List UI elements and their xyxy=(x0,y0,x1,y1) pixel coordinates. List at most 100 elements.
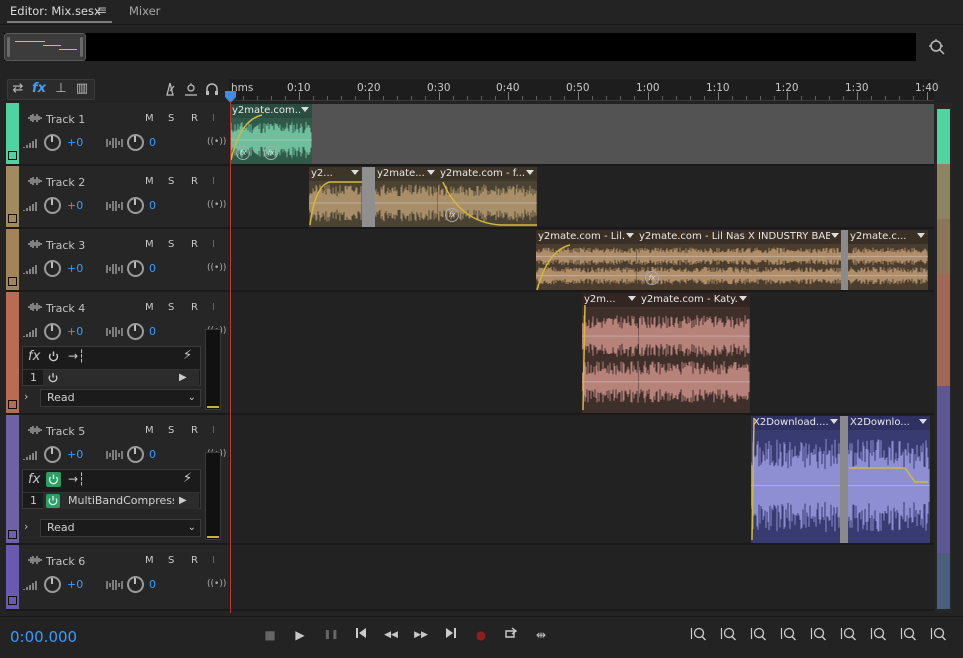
effect-slot[interactable]: MultiBandCompressor ▶ xyxy=(43,493,199,509)
audio-clip[interactable]: y2m... xyxy=(582,293,639,413)
clip-menu-arrow-icon[interactable] xyxy=(526,170,534,175)
track-name[interactable]: Track 5 xyxy=(46,425,85,438)
track-select-box[interactable] xyxy=(8,530,17,539)
monitor-input-button[interactable]: I xyxy=(212,302,215,313)
record-arm-button[interactable]: R xyxy=(191,239,198,250)
tab-menu-icon[interactable]: ≡ xyxy=(97,3,107,17)
skip-selection-button[interactable]: ⇹ xyxy=(531,626,551,644)
chevron-right-icon[interactable]: › xyxy=(24,520,28,533)
effect-power-icon[interactable] xyxy=(46,494,60,508)
monitor-input-button[interactable]: I xyxy=(212,113,215,124)
pan-value[interactable]: 0 xyxy=(149,136,156,149)
pause-button[interactable]: ❚❚ xyxy=(321,626,341,644)
track-lane[interactable] xyxy=(229,545,934,611)
volume-knob[interactable] xyxy=(44,576,61,593)
pan-value[interactable]: 0 xyxy=(149,262,156,275)
volume-value[interactable]: +0 xyxy=(67,262,83,275)
apply-effects-icon[interactable]: ⚡ xyxy=(183,348,192,363)
effect-menu-arrow-icon[interactable]: ▶ xyxy=(179,370,187,386)
monitor-input-button[interactable]: I xyxy=(212,425,215,436)
apply-effects-icon[interactable]: ⚡ xyxy=(183,471,192,486)
session-overview[interactable] xyxy=(4,33,916,61)
record-arm-button[interactable]: R xyxy=(191,555,198,566)
zoom-out-amplitude-icon[interactable] xyxy=(718,626,740,644)
track-color-strip[interactable] xyxy=(6,415,19,543)
rack-power-icon[interactable] xyxy=(46,472,61,487)
effect-power-icon[interactable] xyxy=(46,371,60,385)
audio-clip[interactable]: y2mate.com - Katy... xyxy=(639,293,750,413)
solo-button[interactable]: S xyxy=(168,113,174,124)
input-monitor-icon[interactable] xyxy=(181,79,201,99)
stop-button[interactable]: ■ xyxy=(260,626,280,644)
pre-post-fader-icon[interactable]: →┆ xyxy=(68,472,85,486)
volume-knob[interactable] xyxy=(44,260,61,277)
time-ruler[interactable]: hms 0:10 0:20 0:30 0:40 0:50 1:00 1:10 1:20 1:30 1… xyxy=(229,79,939,101)
solo-button[interactable]: S xyxy=(168,425,174,436)
rack-power-icon[interactable] xyxy=(46,349,61,364)
headphones-icon[interactable] xyxy=(202,79,222,99)
effects-rack-toggle[interactable]: fx xyxy=(29,79,49,99)
tab-editor[interactable]: Editor: Mix.sesx xyxy=(10,4,101,18)
track-name[interactable]: Track 6 xyxy=(46,555,85,568)
chevron-right-icon[interactable]: › xyxy=(24,390,28,403)
audio-clip[interactable]: y2mate... xyxy=(375,167,438,227)
clip-menu-arrow-icon[interactable] xyxy=(351,170,359,175)
clip-menu-arrow-icon[interactable] xyxy=(626,233,634,238)
mute-button[interactable]: M xyxy=(145,425,154,436)
rewind-button[interactable]: ◀◀ xyxy=(381,626,401,644)
track-name[interactable]: Track 1 xyxy=(46,113,85,126)
output-routing-icon[interactable]: ((•)) xyxy=(207,579,226,589)
clip-title[interactable]: y2mate... xyxy=(377,168,426,179)
clip-menu-arrow-icon[interactable] xyxy=(628,296,636,301)
vertical-scrollbar[interactable] xyxy=(935,103,952,613)
solo-button[interactable]: S xyxy=(168,302,174,313)
pan-value[interactable]: 0 xyxy=(149,199,156,212)
volume-knob[interactable] xyxy=(44,323,61,340)
record-arm-button[interactable]: R xyxy=(191,302,198,313)
clip-title[interactable]: y2... xyxy=(311,168,350,179)
zoom-out-full-icon[interactable] xyxy=(808,626,830,644)
clip-menu-arrow-icon[interactable] xyxy=(739,296,747,301)
loop-playback-button[interactable] xyxy=(501,626,521,644)
time-display[interactable]: 0:00.000 xyxy=(10,628,77,646)
track-name[interactable]: Track 2 xyxy=(46,176,85,189)
zoom-in-out-point-icon[interactable] xyxy=(898,626,920,644)
move-to-start-button[interactable] xyxy=(351,626,371,644)
pre-post-fader-icon[interactable]: →┆ xyxy=(68,349,85,363)
pan-value[interactable]: 0 xyxy=(149,325,156,338)
track-color-strip[interactable] xyxy=(6,292,19,413)
clip-menu-arrow-icon[interactable] xyxy=(830,419,838,424)
clip-title[interactable]: y2mate.com - f... xyxy=(440,168,525,179)
volume-knob[interactable] xyxy=(44,134,61,151)
audio-clip[interactable]: y2mate.com - Lil... xyxy=(536,230,637,290)
swap-icon[interactable]: ⇄ xyxy=(8,79,28,99)
pan-value[interactable]: 0 xyxy=(149,578,156,591)
mute-button[interactable]: M xyxy=(145,302,154,313)
track-select-box[interactable] xyxy=(8,400,17,409)
record-arm-button[interactable]: R xyxy=(191,113,198,124)
effect-slot[interactable]: ▶ xyxy=(43,370,199,386)
clip-menu-arrow-icon[interactable] xyxy=(427,170,435,175)
audio-clip[interactable]: y2mate.com - Lil Nas X INDUSTRY BABY ... xyxy=(637,230,842,290)
pan-knob[interactable] xyxy=(127,260,144,277)
zoom-out-time-icon[interactable] xyxy=(778,626,800,644)
automation-mode-select[interactable]: Read ⌄ xyxy=(40,519,201,537)
zoom-in-in-point-icon[interactable] xyxy=(868,626,890,644)
zoom-in-time-icon[interactable] xyxy=(748,626,770,644)
tab-mixer[interactable]: Mixer xyxy=(129,4,160,18)
clip-title[interactable]: y2m... xyxy=(584,294,627,305)
clip-title[interactable]: y2mate.com... xyxy=(232,105,300,116)
monitor-input-button[interactable]: I xyxy=(212,555,215,566)
fast-forward-button[interactable]: ▶▶ xyxy=(411,626,431,644)
zoom-in-amplitude-icon[interactable] xyxy=(688,626,710,644)
play-button[interactable]: ▶ xyxy=(290,626,310,644)
pan-knob[interactable] xyxy=(127,446,144,463)
audio-clip[interactable]: X2Downlo... xyxy=(848,416,930,543)
record-arm-button[interactable]: R xyxy=(191,425,198,436)
clip-menu-arrow-icon[interactable] xyxy=(831,233,839,238)
solo-button[interactable]: S xyxy=(168,239,174,250)
mute-button[interactable]: M xyxy=(145,555,154,566)
clip-menu-arrow-icon[interactable] xyxy=(919,419,927,424)
zoom-navigator-icon[interactable] xyxy=(928,38,946,56)
track-name[interactable]: Track 4 xyxy=(46,302,85,315)
